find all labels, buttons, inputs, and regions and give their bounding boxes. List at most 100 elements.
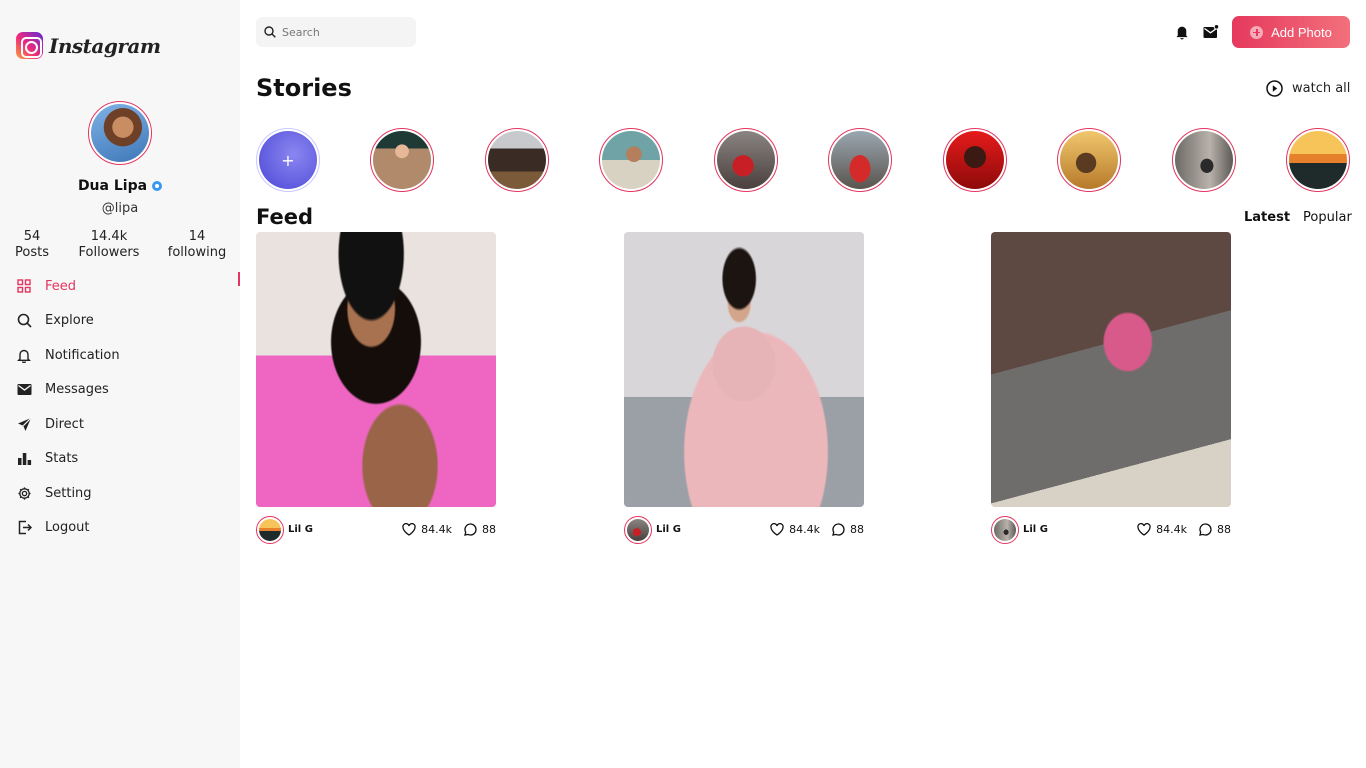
tab-popular[interactable]: Popular [1303,210,1352,225]
profile-name-row: Dua Lipa [0,178,240,194]
post-comments[interactable]: 88 [1199,523,1231,536]
sidebar-item-direct[interactable]: Direct [0,407,240,442]
sidebar-item-label: Logout [45,520,90,536]
search-icon [16,313,32,329]
profile-handle: @lipa [101,201,139,216]
comments-count: 88 [1217,523,1231,536]
story-avatar[interactable] [485,128,549,192]
comments-count: 88 [850,523,864,536]
post-author-name[interactable]: Lil G [656,524,681,535]
story-avatar[interactable] [1057,128,1121,192]
tab-latest[interactable]: Latest [1244,210,1290,225]
sidebar-item-label: Notification [45,347,120,363]
sidebar-item-messages[interactable]: Messages [0,373,240,408]
post-comments[interactable]: 88 [832,523,864,536]
bell-icon [16,347,32,363]
sidebar-item-explore[interactable]: Explore [0,304,240,339]
feed-post[interactable]: Lil G 84.4k 88 [991,232,1231,547]
post-author-avatar[interactable] [256,516,284,544]
watch-all-label: watch all [1292,81,1351,96]
story-avatar[interactable] [1286,128,1350,192]
feed-post[interactable]: Lil G 84.4k 88 [624,232,864,547]
post-likes[interactable]: 84.4k [770,523,820,536]
sidebar-item-label: Messages [45,382,109,398]
likes-count: 84.4k [421,523,452,536]
profile-name: Dua Lipa [77,178,148,194]
post-meta: Lil G 84.4k 88 [991,511,1231,547]
play-circle-icon [1266,80,1283,97]
story-avatar[interactable] [828,128,892,192]
logout-icon [16,520,32,536]
plus-circle-icon [1250,25,1264,39]
story-avatar[interactable] [370,128,434,192]
add-photo-button[interactable]: Add Photo [1232,16,1350,48]
sidebar-item-feed[interactable]: Feed [0,269,240,304]
header-icons [1174,24,1220,44]
story-avatar[interactable] [714,128,778,192]
mail-icon[interactable] [1203,24,1220,44]
feed-title: Feed [256,205,314,229]
search-input[interactable] [282,25,402,39]
heart-icon [402,523,416,536]
sidebar-item-label: Setting [45,485,92,501]
brand-name: Instagram [49,33,161,58]
likes-count: 84.4k [789,523,820,536]
grid-icon [16,278,32,294]
post-likes[interactable]: 84.4k [402,523,452,536]
post-author-name[interactable]: Lil G [288,524,313,535]
sidebar-item-label: Direct [45,416,84,432]
sidebar-item-stats[interactable]: Stats [0,442,240,477]
add-story-plus-icon: + [259,131,317,189]
stat-label: following [167,245,227,260]
sidebar-item-label: Explore [45,313,94,329]
instagram-logo[interactable]: Instagram [16,32,161,59]
post-author-avatar[interactable] [991,516,1019,544]
sidebar-item-notification[interactable]: Notification [0,338,240,373]
story-avatar[interactable] [599,128,663,192]
sidebar-item-label: Feed [45,278,77,294]
story-avatar[interactable] [943,128,1007,192]
watch-all-button[interactable]: watch all [1266,80,1350,97]
search-bar[interactable] [256,17,416,47]
stat-posts[interactable]: 54 Posts [14,229,50,261]
sidebar-item-label: Stats [45,451,79,467]
post-meta: Lil G 84.4k 88 [256,511,496,547]
stat-label: Posts [15,245,49,260]
stat-value: 14 [188,229,206,244]
comment-icon [832,523,845,536]
feed-tabs: Latest Popular [1244,210,1352,225]
gear-icon [16,485,32,501]
comments-count: 88 [482,523,496,536]
post-author-name[interactable]: Lil G [1023,524,1048,535]
post-photo[interactable] [991,232,1231,507]
add-story-button[interactable]: + [256,128,320,192]
sidebar-nav: Feed Explore Notification Messages Direc… [0,269,240,545]
post-comments[interactable]: 88 [464,523,496,536]
comment-icon [464,523,477,536]
sidebar-item-logout[interactable]: Logout [0,511,240,546]
post-meta: Lil G 84.4k 88 [624,511,864,547]
likes-count: 84.4k [1156,523,1187,536]
search-icon [264,23,276,42]
story-avatar[interactable] [1172,128,1236,192]
comment-icon [1199,523,1212,536]
stat-value: 54 [23,229,41,244]
feed-post[interactable]: Lil G 84.4k 88 [256,232,496,547]
sidebar-item-setting[interactable]: Setting [0,476,240,511]
stat-following[interactable]: 14 following [166,229,228,261]
verified-badge-icon [152,181,163,191]
bell-icon[interactable] [1174,24,1190,44]
send-icon [16,416,32,432]
stories-row: + [256,128,1350,192]
mail-icon [16,382,32,398]
app: Instagram Dua Lipa @lipa 54 Posts 14.4k … [0,0,1366,768]
profile-avatar[interactable] [88,101,152,165]
bar-chart-icon [16,451,32,467]
sidebar: Instagram Dua Lipa @lipa 54 Posts 14.4k … [0,0,240,768]
post-photo[interactable] [256,232,496,507]
post-likes[interactable]: 84.4k [1137,523,1187,536]
instagram-logo-icon [16,32,43,59]
stat-followers[interactable]: 14.4k Followers [78,229,140,261]
post-author-avatar[interactable] [624,516,652,544]
post-photo[interactable] [624,232,864,507]
